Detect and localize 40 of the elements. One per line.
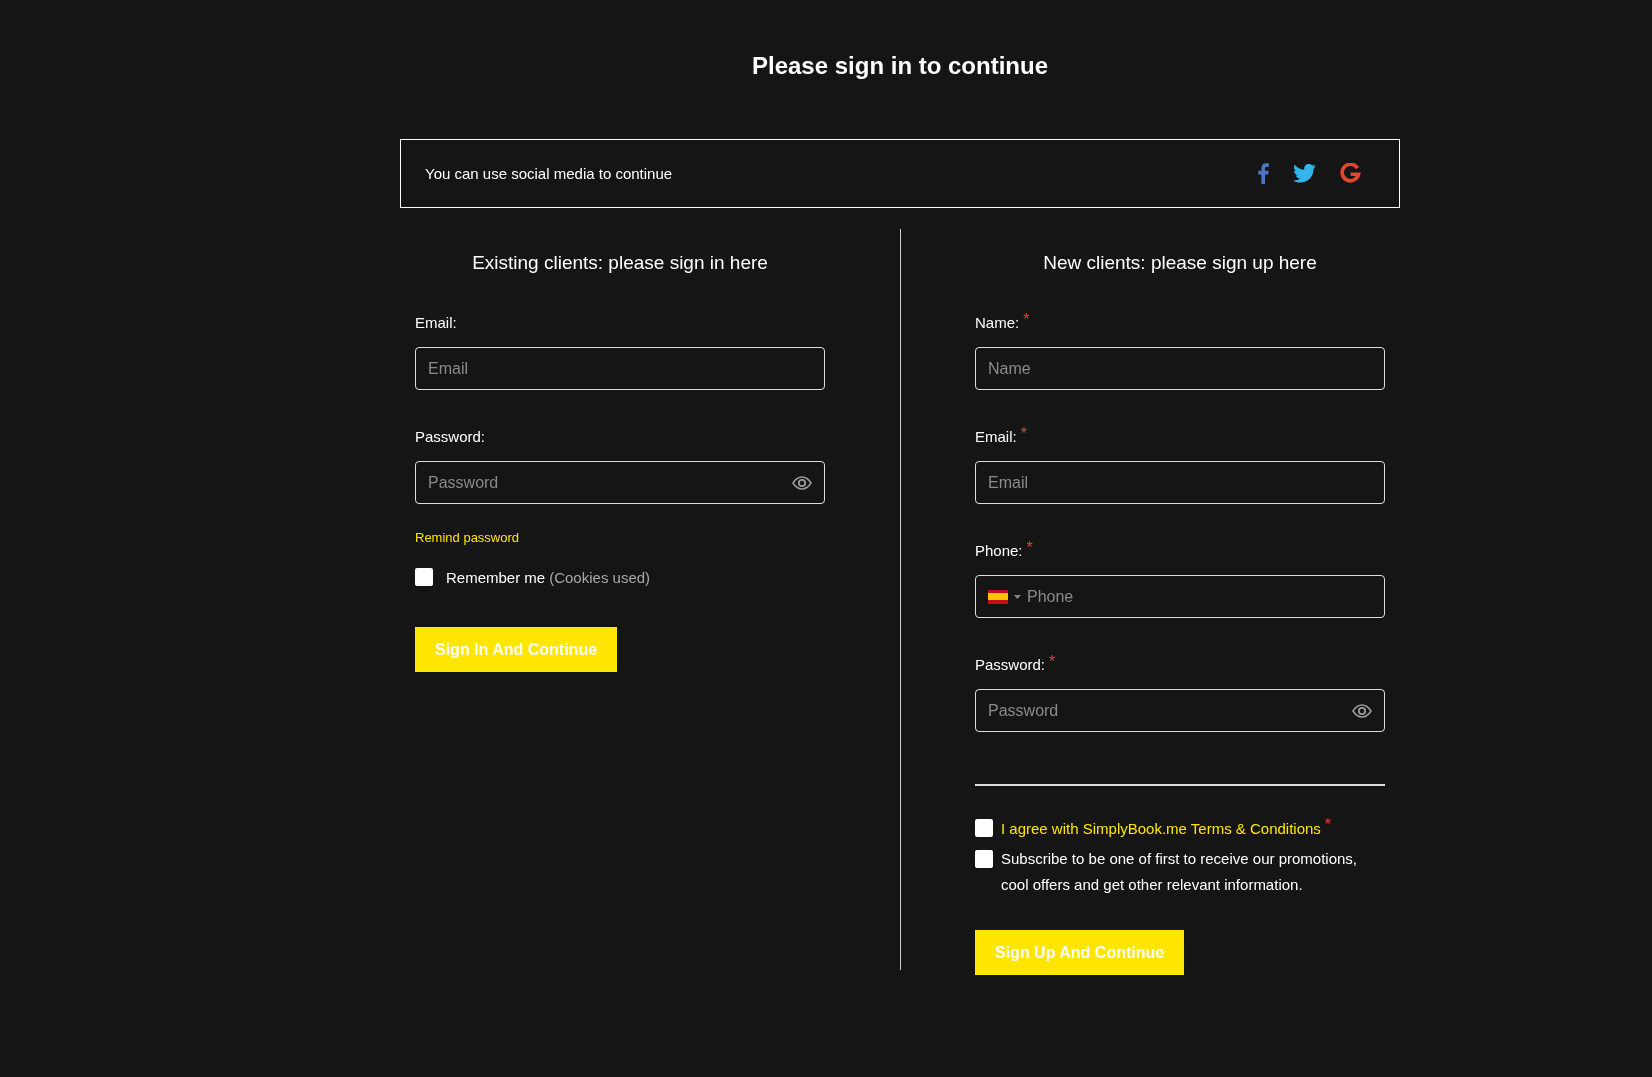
flag-icon[interactable] (988, 589, 1008, 604)
text-input[interactable]: Email (428, 359, 812, 378)
checkbox[interactable] (415, 568, 433, 586)
required-mark: * (1049, 655, 1056, 669)
bird-icon[interactable] (1293, 164, 1316, 183)
facebook-icon[interactable] (1258, 163, 1269, 184)
social-text: You can use social media to continue (425, 165, 673, 182)
section-heading: Existing clients: please sign in here (472, 251, 768, 275)
required-mark: * (1023, 313, 1030, 327)
text-input[interactable]: Email (988, 473, 1372, 492)
checkbox[interactable] (975, 819, 993, 837)
remind-password-link[interactable]: Remind password (415, 530, 520, 546)
input-field[interactable]: Email (415, 347, 825, 390)
subscribe-text: Subscribe to be one of first to receive our promotions, cool offers and get other relevant information. (1001, 849, 1358, 895)
field-label: Password: (415, 427, 486, 447)
required-mark: * (1020, 427, 1027, 441)
text-input[interactable]: Name (988, 359, 1372, 378)
field-label: Email: (975, 427, 1017, 447)
required-mark: * (1026, 541, 1033, 555)
password-field[interactable]: Password (415, 461, 825, 504)
text-input[interactable]: Password (988, 701, 1346, 720)
password-field[interactable]: Password (975, 689, 1385, 732)
caret-icon[interactable] (1014, 594, 1021, 599)
checkbox[interactable] (975, 850, 993, 868)
input-field[interactable]: Email (975, 461, 1385, 504)
input-field[interactable]: Name (975, 347, 1385, 390)
field-label: Phone: (975, 541, 1023, 561)
google-icon[interactable] (1340, 163, 1361, 184)
text-input[interactable]: Phone (1027, 587, 1372, 606)
terms-link[interactable]: I agree with SimplyBook.me Terms & Conditions (1001, 820, 1321, 837)
cookies-note: (Cookies used) (549, 568, 651, 586)
field-label: Password: (975, 655, 1046, 675)
page-title: Please sign in to continue (750, 51, 1050, 81)
section-heading: New clients: please sign up here (1043, 251, 1317, 275)
field-label: Email: (415, 313, 457, 333)
field-label: Name: (975, 313, 1020, 333)
checkbox-label: Remember me (446, 568, 546, 586)
required-mark: * (1324, 816, 1332, 833)
phone-field[interactable]: Phone (975, 575, 1385, 618)
text-input[interactable]: Password (428, 473, 786, 492)
